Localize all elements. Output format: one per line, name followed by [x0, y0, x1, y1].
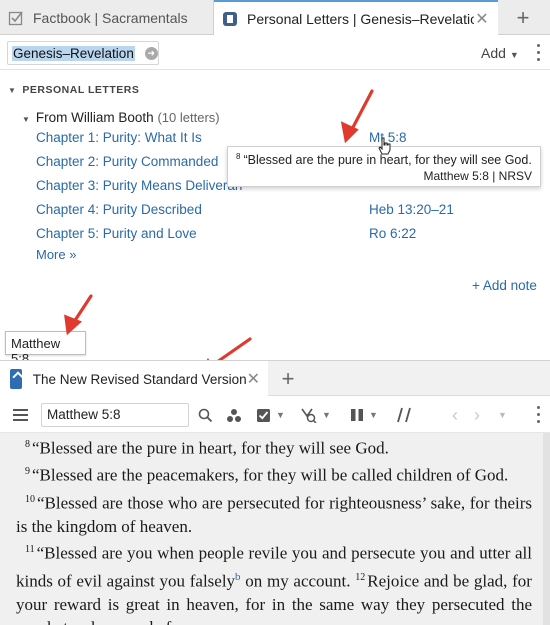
bible-toolbar: Matthew 5:8 ▼ ▼ ▼ ‹ › ▼	[0, 397, 550, 433]
tab-label: Personal Letters | Genesis–Revelation	[247, 11, 474, 27]
visual-filter-icon[interactable]	[226, 406, 242, 424]
more-link[interactable]: More »	[36, 247, 76, 262]
forward-arrow-icon[interactable]: ›	[474, 405, 480, 425]
parallel-columns-icon[interactable]: ▼	[350, 406, 378, 424]
section-title: PERSONAL LETTERS	[22, 84, 140, 96]
verse-9[interactable]: 9 “Blessed are the peacemakers, for they …	[16, 460, 532, 487]
link-set-icon[interactable]	[397, 406, 411, 424]
letter-link[interactable]: Chapter 1: Purity: What It Is	[36, 130, 202, 145]
add-note-button[interactable]: + Add note	[472, 278, 537, 293]
reference-input[interactable]: Genesis–Revelation ➜	[7, 41, 159, 65]
tab-label: Factbook | Sacramentals	[33, 9, 188, 26]
tab-nrsv[interactable]: The New Revised Standard Version ✕	[0, 361, 268, 397]
add-tab-button[interactable]: +	[268, 361, 308, 397]
verse-text: “Blessed are those who are persecuted fo…	[16, 493, 532, 536]
verse-number: 11	[25, 544, 35, 556]
hand-pointer-icon	[378, 137, 391, 155]
close-icon[interactable]: ✕	[474, 9, 490, 29]
letter-link[interactable]: Chapter 4: Purity Described	[36, 202, 202, 217]
verse-number: 9	[25, 466, 30, 478]
collapse-triangle-icon: ▼	[8, 86, 17, 95]
go-arrow-icon[interactable]: ➜	[144, 46, 158, 60]
letter-link[interactable]: Chapter 2: Purity Commanded	[36, 154, 218, 169]
scrollbar[interactable]	[543, 433, 550, 625]
back-arrow-icon[interactable]: ‹	[452, 405, 458, 425]
verse-number: 10	[25, 493, 35, 505]
menu-icon[interactable]	[13, 409, 28, 421]
notes-icon[interactable]: ▼	[256, 406, 285, 424]
bible-icon	[10, 369, 22, 389]
close-icon[interactable]: ✕	[247, 369, 260, 389]
add-label: Add	[481, 45, 506, 61]
letter-link[interactable]: Chapter 5: Purity and Love	[36, 226, 197, 241]
verse-text: on my account.	[240, 571, 356, 591]
history-dropdown-icon[interactable]: ▼	[498, 406, 507, 424]
letters-toolbar: Genesis–Revelation ➜ Add ▼	[0, 36, 550, 70]
checkbox-icon	[8, 11, 23, 25]
verse-text: “Blessed are the pure in heart, for they…	[32, 438, 389, 458]
chevron-down-icon: ▼	[322, 410, 331, 420]
reference-popup: Matthew 5:8	[5, 331, 86, 366]
verse-10[interactable]: 10 “Blessed are those who are persecuted …	[16, 488, 532, 539]
tab-personal-letters[interactable]: Personal Letters | Genesis–Revelation ✕	[214, 0, 498, 36]
document-tab-bar: Factbook | Sacramentals Personal Letters…	[0, 0, 550, 36]
letter-reference-link[interactable]: Heb 13:20–21	[369, 202, 454, 217]
tab-factbook[interactable]: Factbook | Sacramentals	[0, 0, 214, 35]
verse-number: 12	[355, 571, 366, 583]
chevron-down-icon: ▼	[276, 410, 285, 420]
letter-reference-link[interactable]: Ro 6:22	[369, 226, 416, 241]
add-tab-button[interactable]: +	[498, 0, 548, 35]
annotation-arrowhead	[340, 121, 359, 144]
verse-8[interactable]: 8 “Blessed are the pure in heart, for the…	[16, 433, 532, 460]
chevron-down-icon: ▼	[369, 410, 378, 420]
annotation-arrowhead	[64, 314, 82, 336]
tab-label: The New Revised Standard Version	[32, 371, 247, 387]
section-heading[interactable]: ▼ PERSONAL LETTERS	[8, 84, 139, 96]
bible-tab-bar: The New Revised Standard Version ✕ +	[0, 360, 550, 397]
bible-reference-input[interactable]: Matthew 5:8	[41, 403, 189, 427]
annotation-arrow	[70, 294, 93, 327]
group-title: From William Booth	[35, 110, 154, 125]
group-count: (10 letters)	[157, 110, 220, 125]
reference-text: Genesis–Revelation	[12, 45, 135, 61]
collapse-triangle-icon: ▼	[22, 115, 30, 124]
tooltip-verse-number: 8	[236, 152, 241, 161]
search-icon[interactable]	[198, 406, 213, 424]
letter-link[interactable]: Chapter 3: Purity Means Deliveran	[36, 178, 242, 193]
verse-text: “Blessed are the peacemakers, for they w…	[32, 465, 509, 485]
tooltip-verse-text: “Blessed are the pure in heart, for they…	[243, 153, 532, 168]
add-menu-button[interactable]: Add ▼	[481, 45, 519, 61]
more-options-icon[interactable]	[537, 406, 542, 427]
chevron-down-icon: ▼	[509, 50, 519, 60]
group-heading[interactable]: ▼ From William Booth (10 letters)	[22, 110, 220, 125]
bible-text-pane: 8 “Blessed are the pure in heart, for the…	[0, 433, 550, 625]
more-options-icon[interactable]	[536, 44, 542, 62]
verse-number: 8	[25, 439, 30, 450]
annotation-arrow	[348, 89, 374, 135]
tooltip-citation: Matthew 5:8 | NRSV	[423, 169, 533, 184]
book-icon	[223, 12, 237, 26]
verse-11[interactable]: 11 “Blessed are you when people revile yo…	[16, 538, 532, 625]
interlinear-icon[interactable]: ▼	[300, 406, 331, 424]
